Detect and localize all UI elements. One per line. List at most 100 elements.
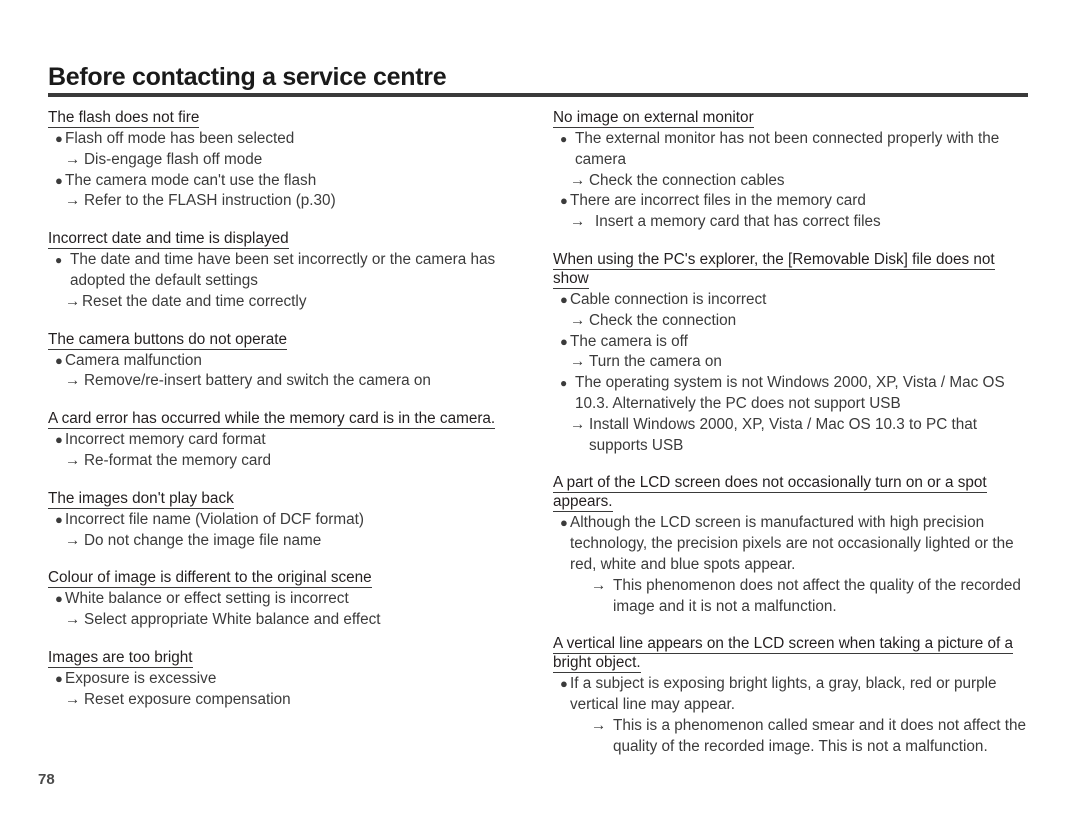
section-heading: No image on external monitor — [553, 108, 1033, 128]
cause-text: Cable connection is incorrect — [570, 290, 767, 308]
solution-text: Refer to the FLASH instruction (p.30) — [84, 192, 336, 210]
arrow-icon: → — [65, 292, 81, 310]
section-heading: The flash does not fire — [48, 108, 528, 128]
section-heading-text: The flash does not fire — [48, 109, 200, 128]
section-heading: Images are too bright — [48, 648, 528, 668]
solution-text: Check the connection — [589, 311, 737, 329]
arrow-icon: → — [65, 611, 81, 629]
section-items: ● Cable connection is incorrect → Check the… — [553, 290, 1033, 456]
solution-arrow: → Refer to the FLASH instruction (p.30) — [48, 191, 528, 212]
solution-arrow: → Remove/re-insert battery and switch the… — [48, 371, 528, 392]
arrow-icon: → — [65, 451, 81, 469]
cause-bullet: ● Cable connection is incorrect — [553, 290, 1033, 311]
solution-arrow: → Check the connection cables — [553, 171, 1033, 192]
section-heading-text: A vertical line appears on the LCD scree… — [553, 635, 1014, 674]
section-heading: Colour of image is different to the orig… — [48, 568, 528, 589]
solution-arrow: → Do not change the image file name — [48, 531, 528, 552]
troubleshoot-section: No image on external monitor ● The externa… — [553, 108, 1033, 233]
bullet-icon: ● — [560, 333, 568, 349]
cause-text: The camera mode can't use the flash — [65, 171, 317, 189]
troubleshoot-section: Colour of image is different to the orig… — [48, 568, 528, 631]
arrow-icon: → — [570, 213, 586, 231]
solution-arrow: → Reset exposure compensation — [48, 690, 528, 711]
solution-text: Install Windows 2000, XP, Vista / Mac OS… — [589, 415, 978, 454]
cause-text: Flash off mode has been selected — [65, 130, 295, 147]
solution-arrow: → This is a phenomenon called smear and i… — [553, 716, 1033, 758]
section-heading: A vertical line appears on the LCD scree… — [553, 634, 1033, 674]
arrow-icon: → — [65, 192, 81, 210]
arrow-icon: → — [65, 531, 81, 549]
cause-text: There are incorrect files in the memory … — [570, 192, 866, 210]
section-heading: A part of the LCD screen does not occasi… — [553, 473, 1033, 513]
section-heading-text: When using the PC's explorer, the [Remov… — [553, 250, 995, 289]
cause-bullet: ● Incorrect file name (Violation of DCF f… — [48, 510, 528, 531]
page-title: Before contacting a service centre — [48, 63, 447, 91]
troubleshoot-section: A vertical line appears on the LCD scree… — [553, 634, 1033, 757]
cause-bullet: ● The camera mode can't use the flash — [48, 171, 528, 192]
section-heading-text: A part of the LCD screen does not occasi… — [553, 474, 987, 513]
bullet-icon: ● — [560, 193, 568, 209]
cause-bullet: ● There are incorrect files in the memory… — [553, 191, 1033, 212]
solution-arrow: → This phenomenon does not affect the qua… — [553, 576, 1033, 618]
bullet-icon: ● — [55, 432, 63, 448]
solution-arrow: → Dis-engage flash off mode — [48, 150, 528, 171]
section-heading: When using the PC's explorer, the [Remov… — [553, 250, 1033, 289]
troubleshoot-section: A part of the LCD screen does not occasi… — [553, 473, 1033, 617]
section-heading-text: The images don't play back — [48, 489, 234, 509]
section-items: ● White balance or effect setting is inco… — [48, 589, 528, 631]
arrow-icon: → — [570, 415, 586, 433]
cause-bullet: ● If a subject is exposing bright lights,… — [553, 674, 1033, 716]
cause-text: The camera is off — [570, 332, 688, 350]
section-items: ● If a subject is exposing bright lights,… — [553, 674, 1033, 757]
section-heading-text: Colour of image is different to the orig… — [48, 569, 372, 589]
section-heading: A card error has occurred while the memo… — [48, 409, 528, 430]
solution-arrow: → Check the connection — [553, 311, 1033, 332]
bullet-icon: ● — [55, 352, 63, 368]
troubleshoot-section: Incorrect date and time is displayed ● The… — [48, 229, 528, 312]
section-items: ● The date and time have been set incorre… — [48, 250, 528, 312]
cause-text: Incorrect file name (Violation of DCF fo… — [65, 510, 364, 528]
solution-text: Check the connection cables — [589, 171, 785, 189]
bullet-icon: ● — [55, 172, 63, 188]
cause-text: Exposure is excessive — [65, 669, 217, 687]
solution-text: Dis-engage flash off mode — [84, 150, 263, 168]
section-heading: Incorrect date and time is displayed — [48, 229, 528, 250]
solution-arrow: → Select appropriate White balance and ef… — [48, 610, 528, 631]
cause-bullet: ● The external monitor has not been conne… — [553, 129, 1033, 171]
section-items: ● The external monitor has not been conne… — [553, 129, 1033, 233]
cause-bullet: ● The date and time have been set incorre… — [48, 250, 528, 292]
solution-text: Turn the camera on — [589, 353, 722, 371]
bullet-icon: ● — [55, 511, 63, 527]
solution-text: Select appropriate White balance and eff… — [84, 611, 381, 629]
cause-bullet: ● The operating system is not Windows 200… — [553, 373, 1033, 415]
document-page: Before contacting a service centre The f… — [0, 0, 1080, 815]
section-items: ● Although the LCD screen is manufactured… — [553, 513, 1033, 617]
solution-text: This phenomenon does not affect the qual… — [613, 576, 1021, 615]
solution-text: This is a phenomenon called smear and it… — [613, 716, 1026, 755]
arrow-icon: → — [570, 311, 586, 329]
troubleshoot-section: A card error has occurred while the memo… — [48, 409, 528, 472]
cause-bullet: ● Flash off mode has been selected — [48, 129, 528, 150]
right-column: No image on external monitor ● The externa… — [553, 108, 1033, 758]
title-underline-rule — [48, 93, 1028, 98]
left-column: The flash does not fire ● Flash off mode h… — [48, 108, 528, 711]
cause-text: If a subject is exposing bright lights, … — [570, 675, 997, 714]
cause-bullet: ● White balance or effect setting is inco… — [48, 589, 528, 610]
bullet-icon: ● — [560, 515, 568, 531]
cause-text: The operating system is not Windows 2000… — [575, 374, 1005, 412]
arrow-icon: → — [570, 353, 586, 371]
solution-arrow: → Insert a memory card that has correct f… — [553, 212, 1033, 233]
arrow-icon: → — [570, 171, 586, 189]
troubleshoot-section: The images don't play back ● Incorrect fil… — [48, 489, 528, 552]
solution-text: Re-format the memory card — [84, 451, 272, 469]
solution-arrow: → Install Windows 2000, XP, Vista / Mac O… — [553, 415, 1033, 457]
cause-bullet: ● Incorrect memory card format — [48, 430, 528, 451]
solution-arrow: → Reset the date and time correctly — [48, 292, 528, 313]
bullet-icon: ● — [55, 131, 63, 146]
section-items: ● Exposure is excessive → Reset exposure co… — [48, 669, 528, 711]
bullet-icon: ● — [560, 676, 568, 692]
troubleshoot-section: The camera buttons do not operate ● Camera… — [48, 330, 528, 393]
section-items: ● Flash off mode has been selected → Dis-en… — [48, 129, 528, 212]
bullet-icon: ● — [55, 591, 63, 607]
arrow-icon: → — [591, 576, 607, 594]
